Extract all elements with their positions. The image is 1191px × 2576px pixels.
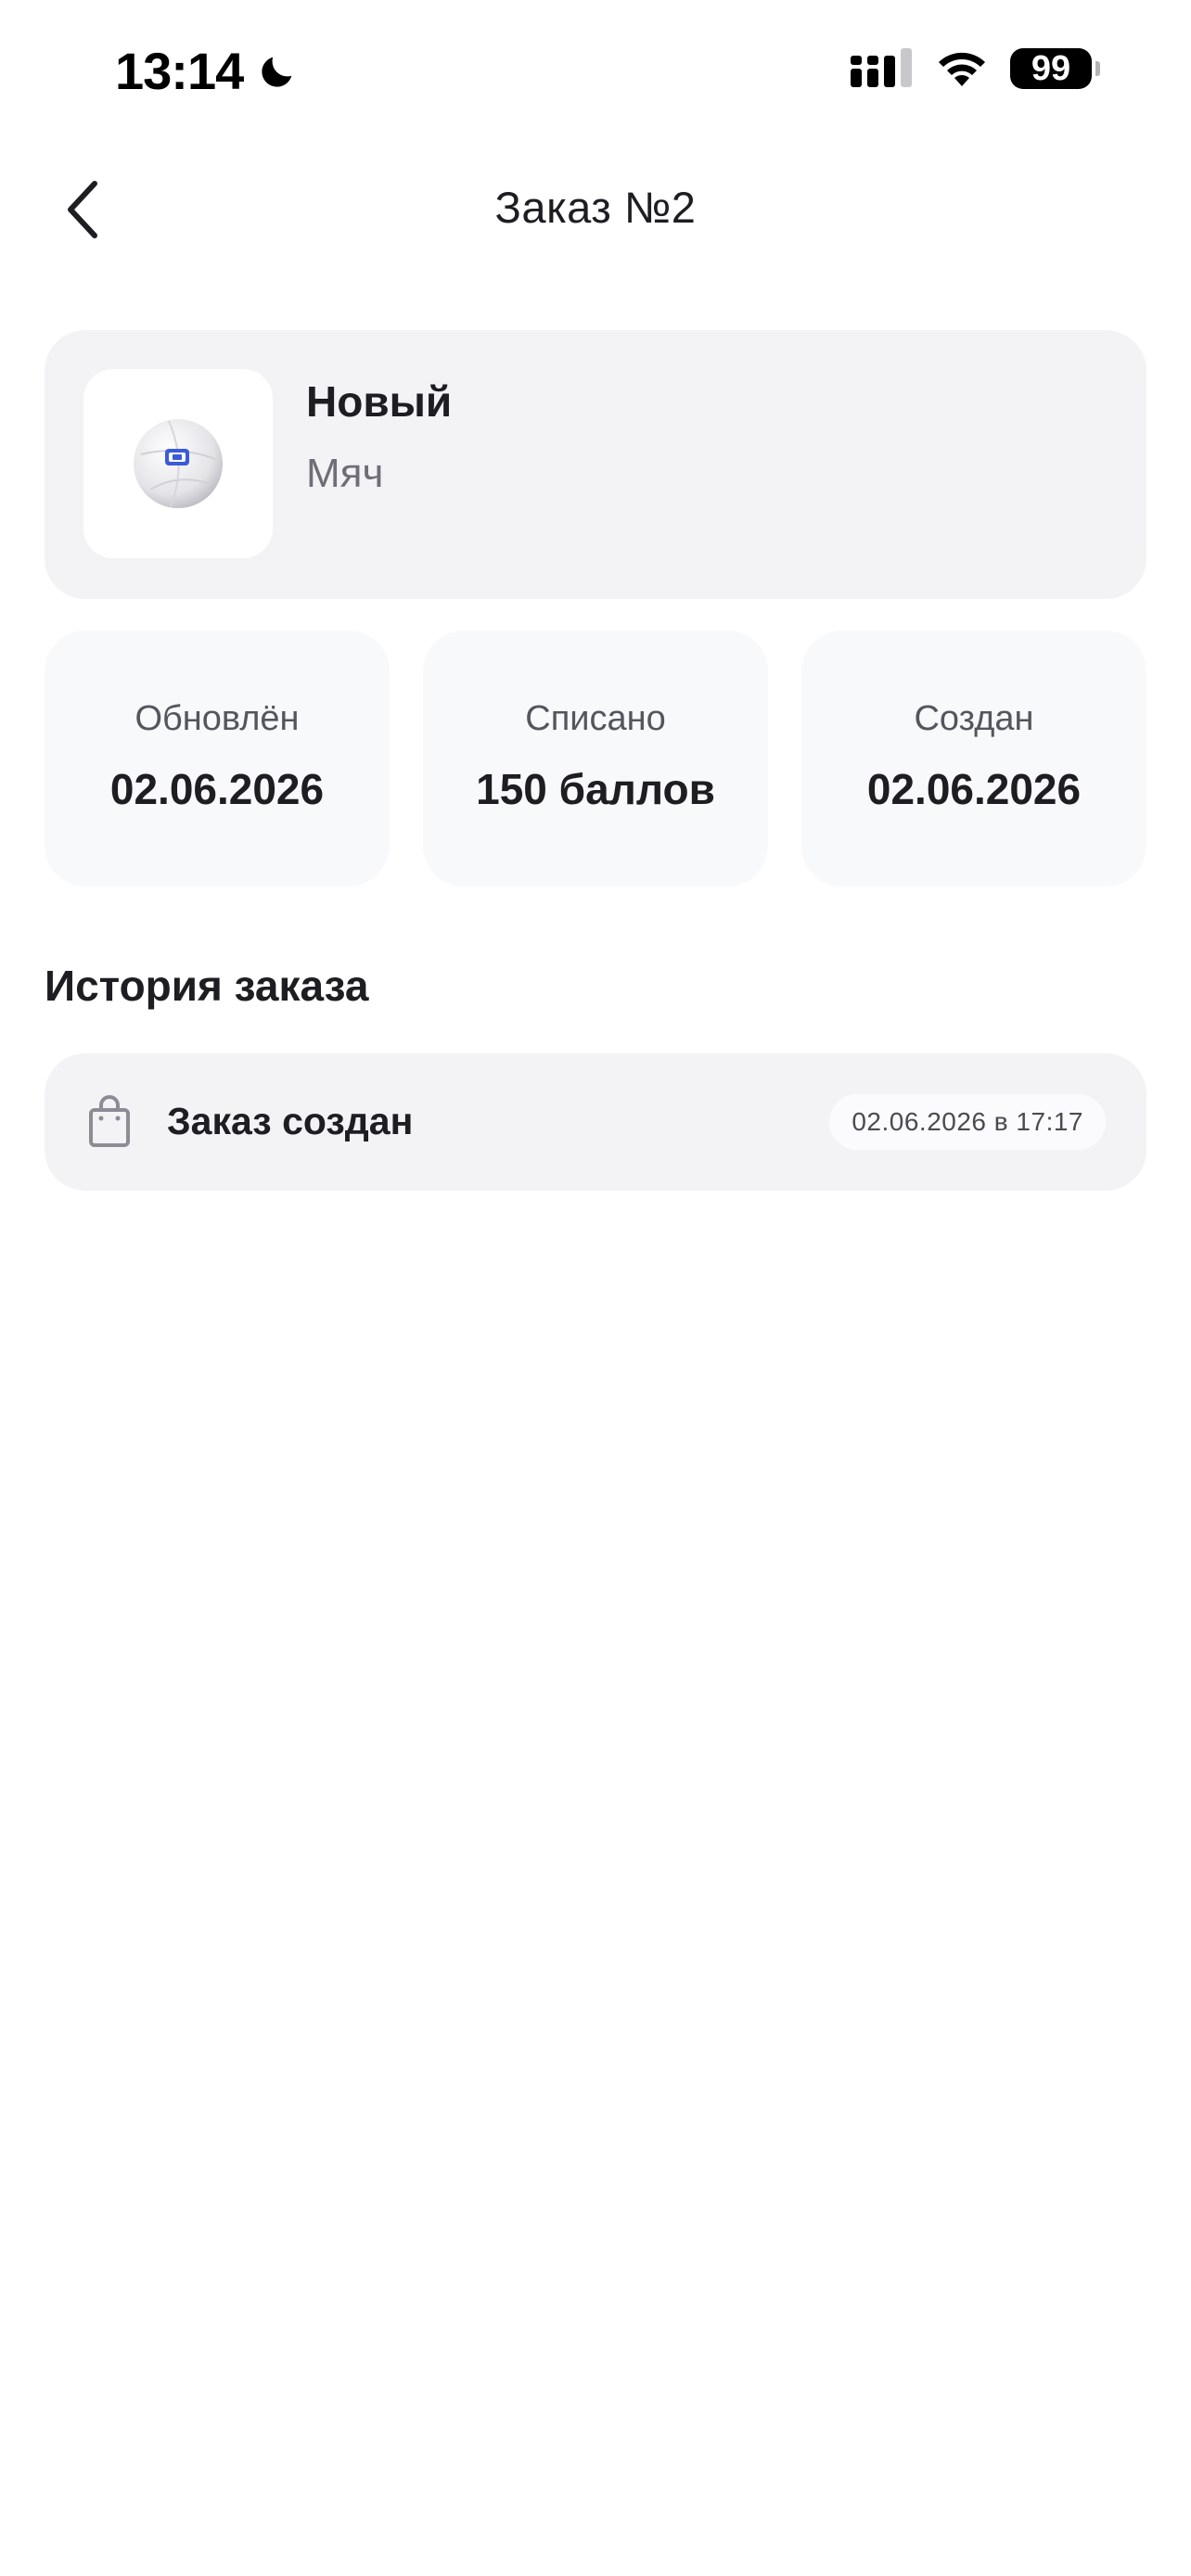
nav-bar: Заказ №2	[0, 158, 1191, 260]
history-item-label: Заказ создан	[167, 1100, 414, 1142]
order-info-row: Обновлён 02.06.2026 Списано 150 баллов С…	[45, 631, 1146, 886]
info-label: Списано	[525, 699, 666, 738]
page-title: Заказ №2	[494, 183, 697, 232]
battery-tip	[1095, 61, 1100, 76]
shopping-bag-icon	[89, 1095, 130, 1147]
status-bar: 13:14 99	[0, 0, 1191, 139]
signal-icon	[851, 48, 912, 87]
battery-level: 99	[1010, 48, 1092, 89]
product-card[interactable]: Новый Мяч	[45, 330, 1146, 599]
status-indicators: 99	[851, 48, 1100, 89]
history-item: Заказ создан 02.06.2026 в 17:17	[45, 1053, 1146, 1191]
ball-icon	[134, 419, 223, 508]
status-time: 13:14	[115, 41, 299, 101]
info-spent: Списано 150 баллов	[423, 631, 768, 886]
moon-icon	[262, 57, 292, 87]
order-status: Новый	[306, 377, 453, 426]
wifi-icon	[939, 52, 985, 86]
product-name: Мяч	[306, 451, 384, 496]
product-image	[83, 369, 273, 558]
info-updated: Обновлён 02.06.2026	[45, 631, 390, 886]
info-value: 02.06.2026	[109, 765, 325, 813]
info-created: Создан 02.06.2026	[801, 631, 1146, 886]
info-label: Создан	[914, 699, 1034, 738]
history-item-date: 02.06.2026 в 17:17	[829, 1094, 1106, 1150]
info-value: 150 баллов	[476, 765, 715, 813]
clock-text: 13:14	[115, 42, 244, 100]
history-title: История заказа	[45, 962, 369, 1010]
info-label: Обновлён	[134, 699, 300, 738]
info-value: 02.06.2026	[866, 765, 1082, 813]
battery-icon: 99	[1010, 48, 1100, 89]
